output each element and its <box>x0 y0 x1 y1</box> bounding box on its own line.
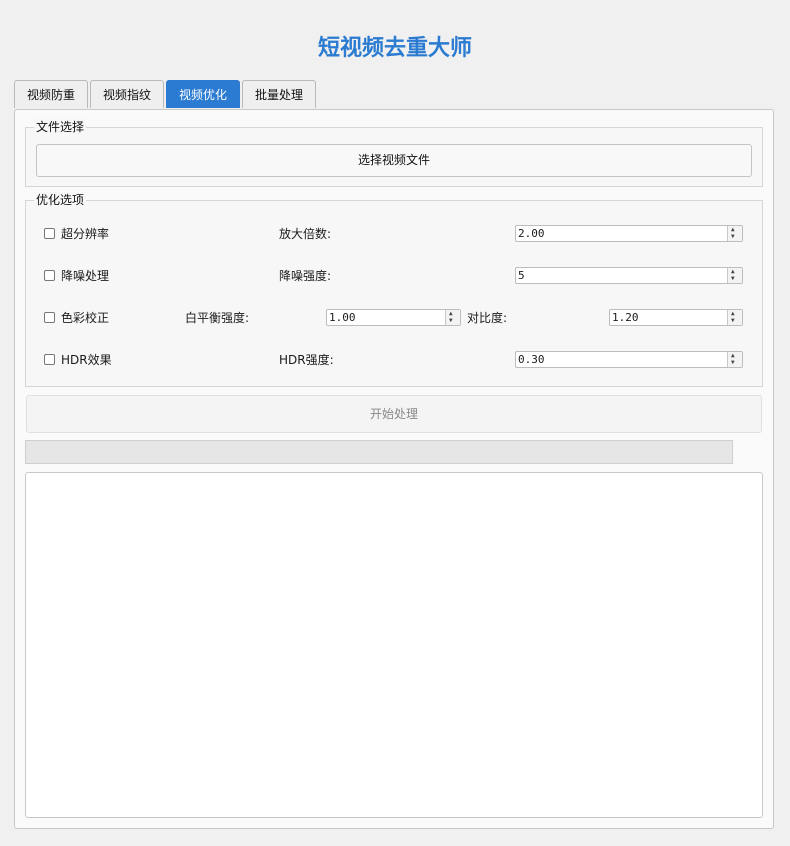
upscale-factor-spinbox[interactable]: 2.00 ▲ ▼ <box>515 225 743 242</box>
denoise-label: 降噪处理 <box>61 269 110 283</box>
app-title: 短视频去重大师 <box>317 36 472 61</box>
file-select-group: 文件选择 选择视频文件 <box>25 119 763 187</box>
upscale-factor-value: 2.00 <box>518 227 545 240</box>
spin-arrows-icon[interactable]: ▲ ▼ <box>727 352 742 367</box>
progress-bar <box>25 440 733 464</box>
hdr-strength-value: 0.30 <box>518 353 545 366</box>
hdr-label: HDR效果 <box>61 353 112 367</box>
spin-arrows-icon[interactable]: ▲ ▼ <box>727 268 742 283</box>
white-balance-label: 白平衡强度: <box>185 311 250 325</box>
spin-arrows-icon[interactable]: ▲ ▼ <box>445 310 460 325</box>
contrast-value: 1.20 <box>612 311 639 324</box>
log-output[interactable] <box>25 472 763 818</box>
hdr-strength-spinbox[interactable]: 0.30 ▲ ▼ <box>515 351 743 368</box>
optimize-options-group-title: 优化选项 <box>34 192 87 208</box>
color-correction-checkbox[interactable] <box>44 312 55 323</box>
denoise-checkbox[interactable] <box>44 270 55 281</box>
denoise-strength-value: 5 <box>518 269 525 282</box>
super-resolution-checkbox[interactable] <box>44 228 55 239</box>
white-balance-spinbox[interactable]: 1.00 ▲ ▼ <box>326 309 461 326</box>
tab-video-optimize[interactable]: 视频优化 <box>166 80 240 108</box>
contrast-spinbox[interactable]: 1.20 ▲ ▼ <box>609 309 743 326</box>
spin-arrows-icon[interactable]: ▲ ▼ <box>727 310 742 325</box>
color-correction-label: 色彩校正 <box>61 311 110 325</box>
tab-video-fingerprint[interactable]: 视频指纹 <box>90 80 164 108</box>
select-video-file-button[interactable]: 选择视频文件 <box>36 144 752 177</box>
upscale-factor-label: 放大倍数: <box>279 227 332 241</box>
hdr-strength-label: HDR强度: <box>279 353 334 367</box>
white-balance-value: 1.00 <box>329 311 356 324</box>
tab-batch-process[interactable]: 批量处理 <box>242 80 316 108</box>
file-select-group-title: 文件选择 <box>34 119 87 135</box>
denoise-strength-spinbox[interactable]: 5 ▲ ▼ <box>515 267 743 284</box>
contrast-label: 对比度: <box>467 311 508 325</box>
hdr-checkbox[interactable] <box>44 354 55 365</box>
start-processing-button[interactable]: 开始处理 <box>26 395 762 433</box>
denoise-strength-label: 降噪强度: <box>279 269 332 283</box>
spin-arrows-icon[interactable]: ▲ ▼ <box>727 226 742 241</box>
tab-video-dedup[interactable]: 视频防重 <box>14 80 88 108</box>
super-resolution-label: 超分辨率 <box>61 227 110 241</box>
